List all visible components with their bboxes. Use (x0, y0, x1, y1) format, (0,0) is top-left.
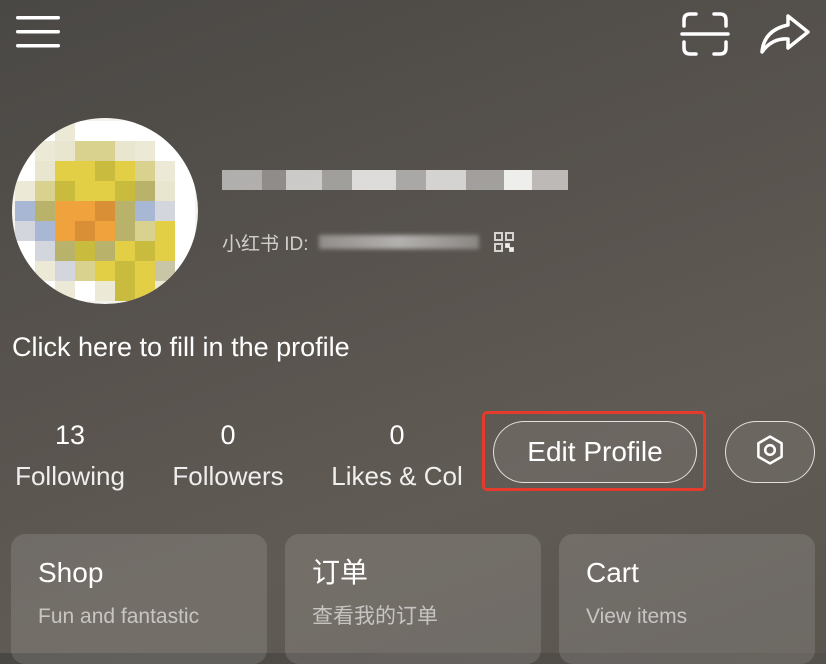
settings-button[interactable] (725, 421, 815, 483)
scan-icon[interactable] (680, 10, 730, 58)
orders-card-subtitle: 查看我的订单 (312, 605, 438, 628)
user-id-value-obscured (318, 235, 479, 249)
edit-profile-button[interactable]: Edit Profile (493, 421, 697, 483)
top-bar (0, 0, 826, 70)
stat-followers-value: 0 (220, 420, 236, 450)
stat-following[interactable]: 13 Following (10, 418, 130, 493)
stat-following-value: 13 (54, 420, 86, 450)
shop-card-title: Shop (38, 557, 104, 588)
cart-card[interactable]: Cart View items (559, 534, 815, 664)
shop-card[interactable]: Shop Fun and fantastic (11, 534, 267, 664)
stat-followers-label: Followers (172, 461, 284, 491)
share-icon[interactable] (758, 10, 812, 58)
stat-following-label: Following (15, 461, 125, 491)
orders-card-title: 订单 (312, 557, 369, 588)
cart-card-subtitle: View items (586, 605, 688, 628)
user-id-label: 小红书 ID: (222, 233, 309, 255)
cart-card-title: Cart (586, 557, 639, 588)
shop-card-subtitle: Fun and fantastic (38, 605, 200, 628)
bio-prompt[interactable]: Click here to fill in the profile (12, 332, 350, 363)
stat-likes-value: 0 (389, 420, 405, 450)
stat-likes-collects[interactable]: 0 Likes & Col (326, 418, 468, 493)
gear-icon (753, 433, 787, 472)
orders-card[interactable]: 订单 查看我的订单 (285, 534, 541, 664)
avatar[interactable] (12, 118, 198, 304)
stat-followers[interactable]: 0 Followers (168, 418, 288, 493)
user-id-row: 小红书 ID: (222, 228, 515, 256)
qr-code-icon[interactable] (493, 231, 515, 253)
menu-icon[interactable] (14, 12, 62, 52)
username (222, 162, 572, 198)
stat-likes-label: Likes & Col (331, 461, 463, 491)
